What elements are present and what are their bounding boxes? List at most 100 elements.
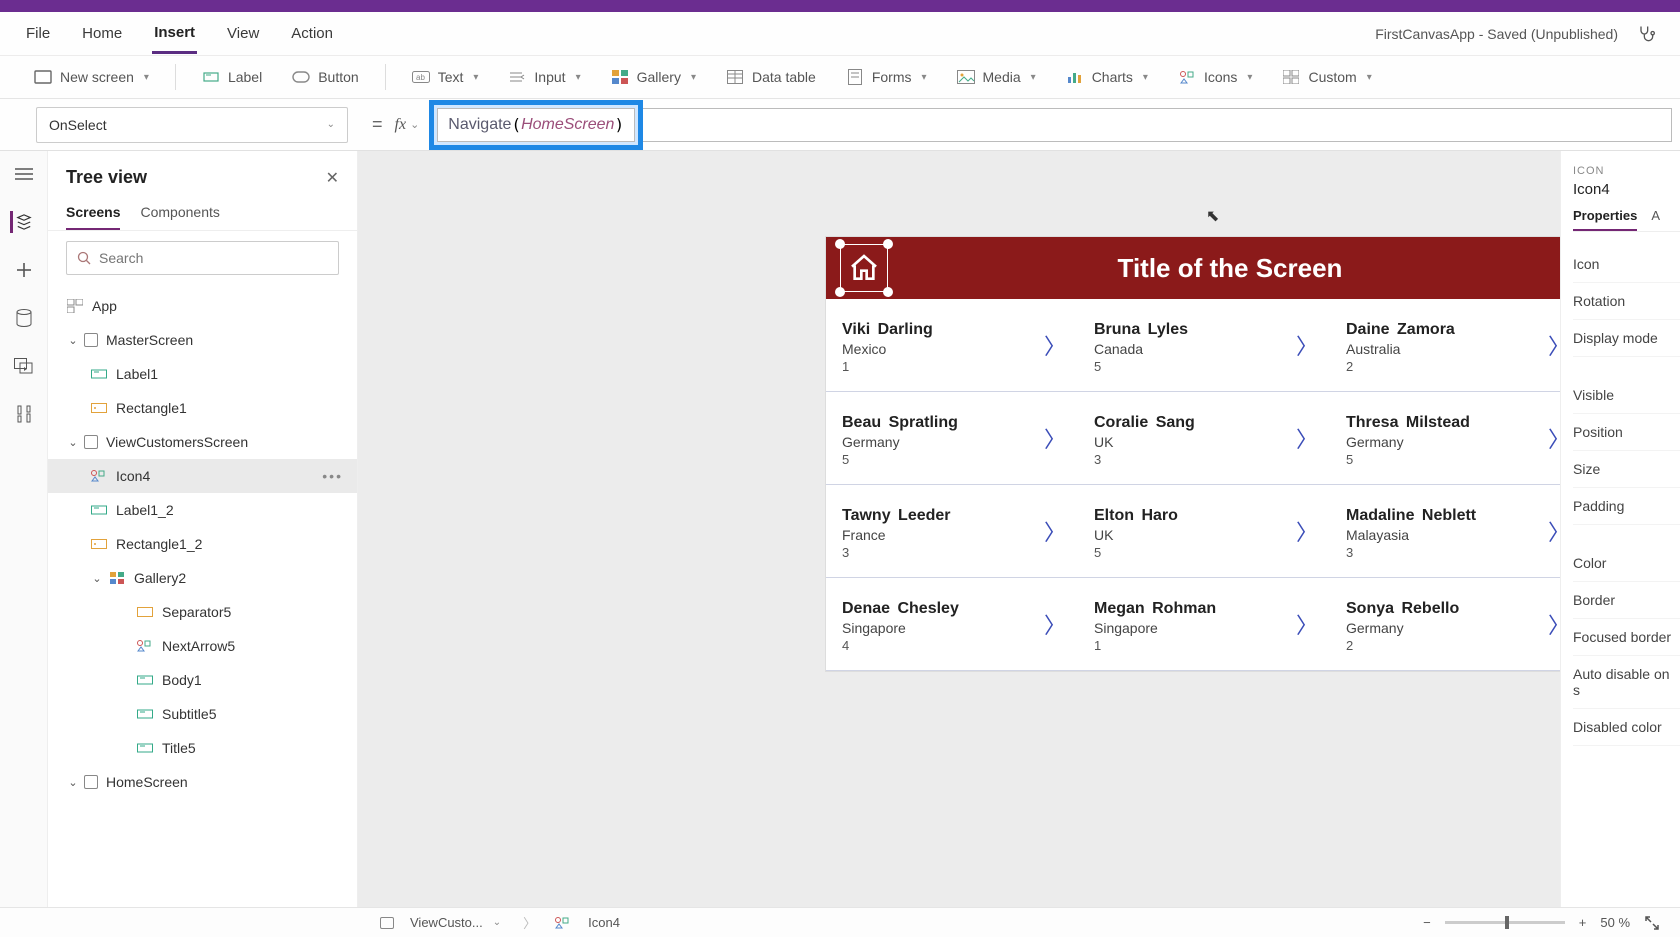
- breadcrumb-screen[interactable]: ViewCusto... ⌄: [380, 915, 501, 930]
- prop-field[interactable]: Color: [1573, 545, 1680, 582]
- chevron-right-icon[interactable]: 〉: [1548, 329, 1560, 361]
- prop-field[interactable]: Padding: [1573, 488, 1680, 525]
- prop-field[interactable]: Position: [1573, 414, 1680, 451]
- gallery-item[interactable]: Elton HaroUK5〉: [1078, 485, 1330, 578]
- data-table-button[interactable]: Data table: [716, 64, 826, 90]
- prop-field[interactable]: Rotation: [1573, 283, 1680, 320]
- media-panel-icon[interactable]: [13, 355, 35, 377]
- menu-file[interactable]: File: [24, 15, 52, 52]
- tree-subtitle5[interactable]: Subtitle5: [48, 697, 357, 731]
- chevron-right-icon[interactable]: 〉: [1296, 422, 1318, 454]
- custom-button[interactable]: Custom▾: [1272, 64, 1381, 90]
- media-button[interactable]: Media▾: [947, 64, 1046, 90]
- gallery-item[interactable]: Daine ZamoraAustralia2〉: [1330, 299, 1560, 392]
- icons-button[interactable]: Icons▾: [1168, 64, 1263, 90]
- charts-button[interactable]: Charts▾: [1056, 64, 1158, 90]
- tab-advanced[interactable]: A: [1651, 208, 1660, 231]
- prop-field[interactable]: Disabled color: [1573, 709, 1680, 746]
- property-dropdown[interactable]: OnSelect ⌄: [36, 107, 348, 143]
- menu-insert[interactable]: Insert: [152, 14, 197, 54]
- tree-body1[interactable]: Body1: [48, 663, 357, 697]
- gallery-item[interactable]: Megan RohmanSingapore1〉: [1078, 578, 1330, 671]
- prop-field[interactable]: Icon: [1573, 246, 1680, 283]
- tab-components[interactable]: Components: [140, 196, 219, 230]
- gallery-item[interactable]: Bruna LylesCanada5〉: [1078, 299, 1330, 392]
- chevron-right-icon[interactable]: 〉: [1044, 329, 1066, 361]
- gallery-item[interactable]: Tawny LeederFrance3〉: [826, 485, 1078, 578]
- label-button[interactable]: Label: [192, 64, 272, 90]
- chevron-right-icon[interactable]: 〉: [1548, 608, 1560, 640]
- tree-app[interactable]: App: [48, 289, 357, 323]
- tab-properties[interactable]: Properties: [1573, 208, 1637, 231]
- gallery-item[interactable]: Thresa MilsteadGermany5〉: [1330, 392, 1560, 485]
- menu-action[interactable]: Action: [289, 15, 335, 52]
- formula-input-rest[interactable]: [643, 108, 1672, 142]
- prop-field[interactable]: Focused border: [1573, 619, 1680, 656]
- more-icon[interactable]: •••: [322, 468, 343, 484]
- caret-down-icon[interactable]: ⌄: [410, 118, 419, 131]
- zoom-out-button[interactable]: −: [1423, 915, 1431, 930]
- tree-gallery2[interactable]: ⌄Gallery2: [48, 561, 357, 595]
- breadcrumb-control[interactable]: Icon4: [554, 915, 620, 931]
- prop-field[interactable]: Size: [1573, 451, 1680, 488]
- chevron-down-icon[interactable]: ⌄: [90, 572, 104, 585]
- app-preview[interactable]: Title of the Screen Viki DarlingMexico1〉…: [826, 237, 1560, 671]
- gallery-item[interactable]: Viki DarlingMexico1〉: [826, 299, 1078, 392]
- fx-icon[interactable]: fx: [395, 116, 407, 134]
- tree-title5[interactable]: Title5: [48, 731, 357, 765]
- gallery[interactable]: Viki DarlingMexico1〉Bruna LylesCanada5〉D…: [826, 299, 1560, 671]
- tree-rectangle1[interactable]: Rectangle1: [48, 391, 357, 425]
- tree-view-customers-screen[interactable]: ⌄ViewCustomersScreen: [48, 425, 357, 459]
- tree-search[interactable]: [66, 241, 339, 275]
- tree-separator5[interactable]: Separator5: [48, 595, 357, 629]
- tree-icon4[interactable]: Icon4•••: [48, 459, 357, 493]
- tree-nextarrow5[interactable]: NextArrow5: [48, 629, 357, 663]
- tools-icon[interactable]: [13, 403, 35, 425]
- prop-field[interactable]: Visible: [1573, 377, 1680, 414]
- tree-label1[interactable]: Label1: [48, 357, 357, 391]
- gallery-item[interactable]: Coralie SangUK3〉: [1078, 392, 1330, 485]
- chevron-right-icon[interactable]: 〉: [1296, 329, 1318, 361]
- canvas-area[interactable]: ⬉ Title of the Screen Viki DarlingMexico…: [358, 151, 1560, 907]
- prop-field[interactable]: Display mode: [1573, 320, 1680, 357]
- search-input[interactable]: [99, 250, 328, 266]
- gallery-button[interactable]: Gallery▾: [601, 64, 706, 90]
- text-button[interactable]: ab Text▾: [402, 64, 489, 90]
- tree-label1-2[interactable]: Label1_2: [48, 493, 357, 527]
- menu-view[interactable]: View: [225, 15, 261, 52]
- menu-home[interactable]: Home: [80, 15, 124, 52]
- chevron-right-icon[interactable]: 〉: [1044, 515, 1066, 547]
- data-icon[interactable]: [13, 307, 35, 329]
- close-icon[interactable]: ✕: [326, 168, 339, 188]
- tree-home-screen[interactable]: ⌄HomeScreen: [48, 765, 357, 799]
- hamburger-icon[interactable]: [13, 163, 35, 185]
- chevron-right-icon[interactable]: 〉: [1548, 515, 1560, 547]
- chevron-down-icon[interactable]: ⌄: [66, 776, 80, 789]
- prop-field[interactable]: Border: [1573, 582, 1680, 619]
- button-button[interactable]: Button: [282, 64, 368, 90]
- tree-master-screen[interactable]: ⌄MasterScreen: [48, 323, 357, 357]
- tree-view-icon[interactable]: [10, 211, 32, 233]
- new-screen-button[interactable]: New screen▾: [24, 64, 159, 90]
- formula-input[interactable]: Navigate(HomeScreen): [437, 108, 635, 142]
- chevron-right-icon[interactable]: 〉: [1044, 608, 1066, 640]
- gallery-item[interactable]: Beau SpratlingGermany5〉: [826, 392, 1078, 485]
- chevron-down-icon[interactable]: ⌄: [66, 334, 80, 347]
- zoom-in-button[interactable]: +: [1579, 915, 1587, 930]
- chevron-right-icon[interactable]: 〉: [1296, 608, 1318, 640]
- zoom-slider[interactable]: [1445, 921, 1565, 924]
- chevron-down-icon[interactable]: ⌄: [66, 436, 80, 449]
- chevron-right-icon[interactable]: 〉: [1296, 515, 1318, 547]
- gallery-item[interactable]: Denae ChesleySingapore4〉: [826, 578, 1078, 671]
- tree-rectangle1-2[interactable]: Rectangle1_2: [48, 527, 357, 561]
- chevron-right-icon[interactable]: 〉: [1548, 422, 1560, 454]
- input-button[interactable]: Input▾: [498, 64, 590, 90]
- gallery-item[interactable]: Madaline NeblettMalayasia3〉: [1330, 485, 1560, 578]
- fit-icon[interactable]: [1644, 915, 1660, 931]
- home-icon-selected[interactable]: [838, 242, 890, 294]
- gallery-item[interactable]: Sonya RebelloGermany2〉: [1330, 578, 1560, 671]
- tab-screens[interactable]: Screens: [66, 196, 120, 230]
- prop-field[interactable]: Auto disable on s: [1573, 656, 1680, 709]
- app-checker-icon[interactable]: [1636, 24, 1656, 44]
- add-icon[interactable]: [13, 259, 35, 281]
